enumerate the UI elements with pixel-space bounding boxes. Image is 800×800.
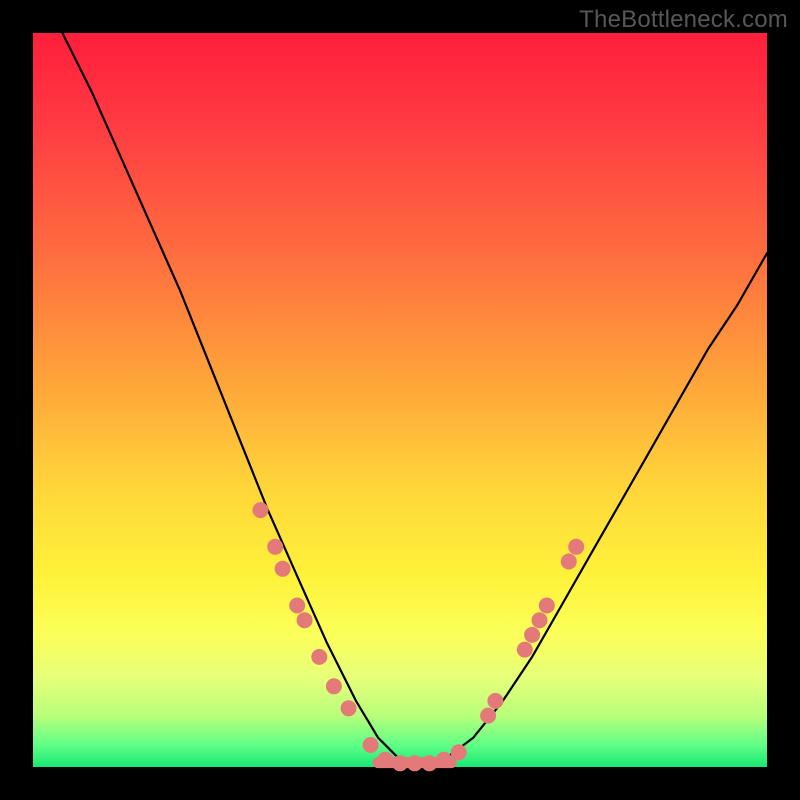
curve-marker (289, 598, 305, 614)
curve-marker (487, 693, 503, 709)
bottleneck-curve (62, 33, 767, 767)
curve-marker (275, 561, 291, 577)
curve-markers (253, 502, 585, 771)
curve-marker (532, 612, 548, 628)
curve-marker (561, 554, 577, 570)
curve-marker (267, 539, 283, 555)
chart-frame: TheBottleneck.com (0, 0, 800, 800)
curve-marker (392, 755, 408, 771)
curve-marker (377, 752, 393, 768)
curve-marker (568, 539, 584, 555)
curve-marker (524, 627, 540, 643)
curve-marker (311, 649, 327, 665)
curve-marker (253, 502, 269, 518)
plot-area (33, 33, 767, 767)
curve-svg (33, 33, 767, 767)
curve-marker (480, 708, 496, 724)
curve-marker (326, 678, 342, 694)
curve-marker (436, 752, 452, 768)
curve-marker (539, 598, 555, 614)
curve-marker (451, 744, 467, 760)
curve-marker (297, 612, 313, 628)
watermark-text: TheBottleneck.com (579, 6, 788, 34)
curve-marker (363, 737, 379, 753)
curve-marker (407, 755, 423, 771)
curve-marker (421, 755, 437, 771)
curve-marker (341, 700, 357, 716)
curve-marker (517, 642, 533, 658)
